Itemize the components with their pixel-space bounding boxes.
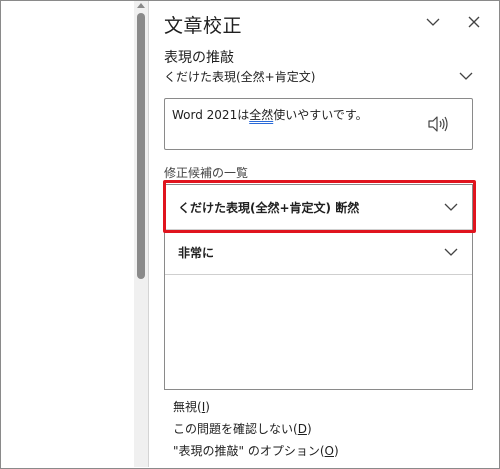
suggestion-label: くだけた表現(全然+肯定文) 断然 <box>178 201 360 215</box>
suggestions-list: くだけた表現(全然+肯定文) 断然 非常に <box>164 184 473 390</box>
flagged-word[interactable]: 全然 <box>249 108 273 122</box>
context-after: 使いやすいです。 <box>273 108 368 122</box>
suggestion-item[interactable]: 非常に <box>165 230 472 275</box>
ignore-link[interactable]: 無視(I) <box>173 398 210 415</box>
scroll-up-arrow-icon[interactable] <box>137 3 145 8</box>
ignore-link-close: ) <box>205 400 210 414</box>
section-title: 表現の推敲 <box>164 50 234 66</box>
chevron-down-icon[interactable] <box>444 245 458 259</box>
suggestion-label: 非常に <box>178 246 215 260</box>
context-before: Word 2021は <box>172 108 250 122</box>
pane-options-button[interactable] <box>422 11 444 33</box>
chevron-down-icon <box>459 72 473 80</box>
pane-title: 文章校正 <box>164 15 243 37</box>
suggestions-label: 修正候補の一覧 <box>164 166 249 180</box>
document-area[interactable] <box>1 1 134 467</box>
dont-check-link-text: この問題を確認しない( <box>173 422 298 436</box>
editor-pane: 文章校正 表現の推敲 くだけた表現(全然+肯定文) Word 2021は全然使い… <box>149 1 498 467</box>
options-link-close: ) <box>334 444 339 458</box>
context-sentence-box: Word 2021は全然使いやすいです。 <box>164 98 473 150</box>
speaker-icon <box>428 116 448 132</box>
ignore-link-text: 無視( <box>173 400 202 414</box>
vertical-scrollbar[interactable] <box>134 1 148 467</box>
options-link[interactable]: "表現の推敲" のオプション(O) <box>173 442 339 459</box>
dont-check-link-key: D <box>297 422 307 436</box>
close-icon <box>468 16 480 28</box>
category-dropdown[interactable]: くだけた表現(全然+肯定文) <box>164 67 473 87</box>
scroll-thumb[interactable] <box>137 13 145 279</box>
read-aloud-button[interactable] <box>426 113 450 135</box>
chevron-down-icon[interactable] <box>444 200 458 214</box>
options-link-text: "表現の推敲" のオプション( <box>173 444 325 458</box>
context-sentence: Word 2021は全然使いやすいです。 <box>172 106 368 123</box>
options-link-key: O <box>324 444 334 458</box>
dont-check-link-close: ) <box>306 422 312 436</box>
pane-close-button[interactable] <box>463 11 485 33</box>
dont-check-link[interactable]: この問題を確認しない(D) <box>173 420 312 437</box>
category-label: くだけた表現(全然+肯定文) <box>164 70 316 84</box>
suggestion-item[interactable]: くだけた表現(全然+肯定文) 断然 <box>165 185 472 230</box>
chevron-down-icon <box>426 18 440 26</box>
